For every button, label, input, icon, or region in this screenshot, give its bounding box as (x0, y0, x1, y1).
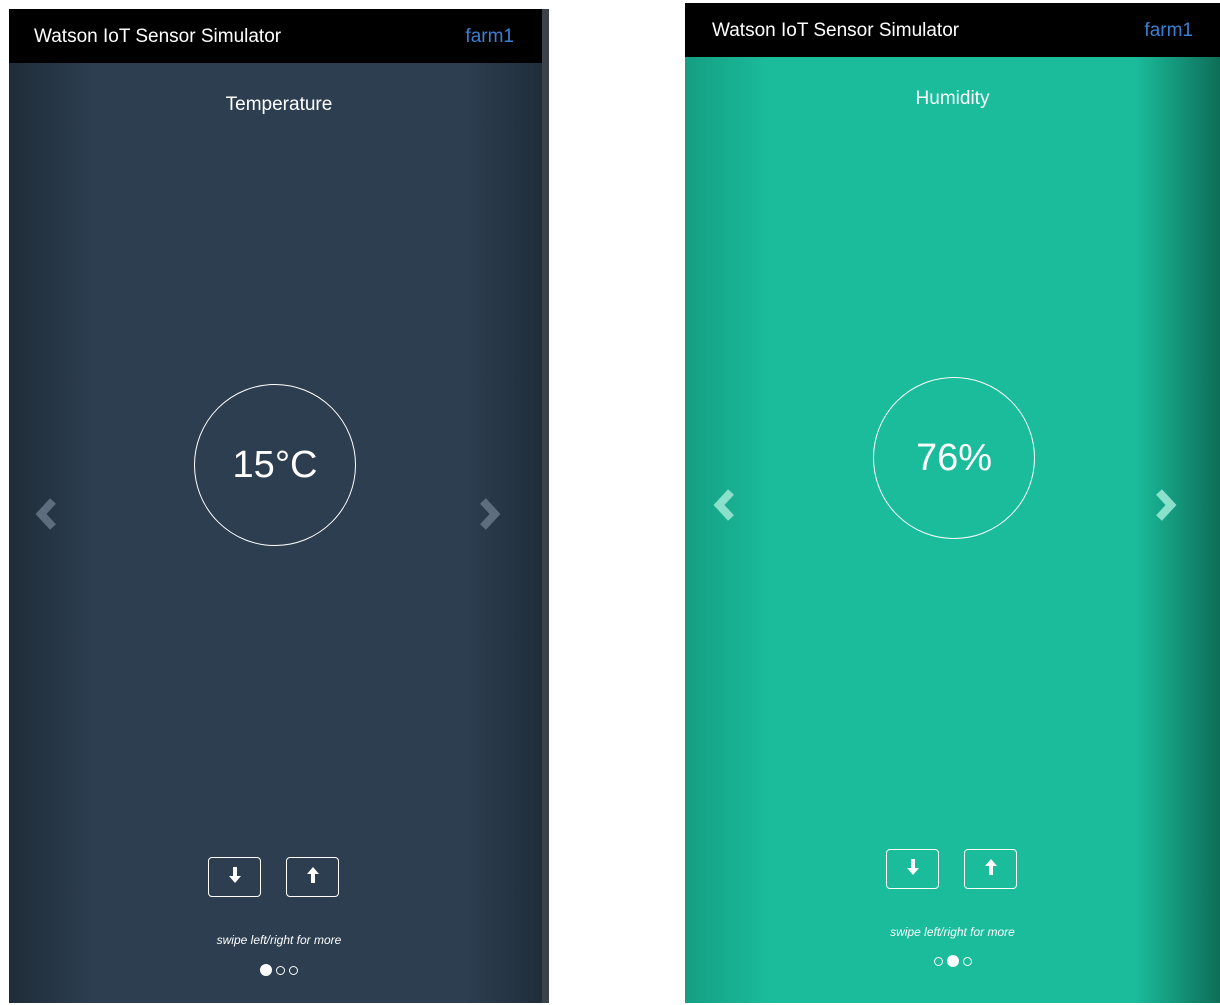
device-link[interactable]: farm1 (1144, 20, 1193, 42)
chevron-left-icon[interactable] (33, 497, 61, 531)
sensor-value: 76% (915, 436, 993, 479)
arrow-down-icon (906, 858, 920, 881)
app-header: Watson IoT Sensor Simulator farm1 (685, 3, 1220, 57)
page-dot[interactable] (962, 956, 972, 966)
chevron-right-icon[interactable] (475, 497, 503, 531)
sensor-value-circle: 15°C (194, 384, 356, 546)
sensor-label: Temperature (225, 94, 333, 115)
app-title: Watson IoT Sensor Simulator (712, 20, 960, 41)
chevron-right-icon[interactable] (1151, 488, 1179, 522)
increase-button[interactable] (286, 857, 339, 897)
increase-button[interactable] (964, 849, 1017, 889)
swipe-hint: swipe left/right for more (216, 933, 342, 947)
arrow-up-icon (306, 866, 320, 889)
page-dot[interactable] (289, 965, 298, 975)
screen-edge (542, 9, 549, 1003)
sensor-label: Humidity (915, 88, 990, 109)
app-title: Watson IoT Sensor Simulator (34, 26, 282, 47)
page-dot[interactable] (260, 964, 272, 976)
page-indicator (9, 964, 549, 976)
humidity-screen: Watson IoT Sensor Simulator farm1 Humidi… (685, 3, 1220, 1003)
page-dot[interactable] (933, 956, 943, 966)
decrease-button[interactable] (208, 857, 261, 897)
arrow-up-icon (984, 858, 998, 881)
sensor-value-circle: 76% (873, 377, 1035, 539)
page-dot[interactable] (946, 955, 959, 967)
swipe-hint: swipe left/right for more (890, 925, 1015, 939)
arrow-down-icon (228, 866, 242, 889)
sensor-value: 15°C (232, 443, 318, 486)
device-link[interactable]: farm1 (465, 26, 514, 48)
chevron-left-icon[interactable] (711, 488, 739, 522)
page-dot[interactable] (276, 965, 285, 975)
app-header: Watson IoT Sensor Simulator farm1 (9, 9, 542, 63)
temperature-screen: Watson IoT Sensor Simulator farm1 Temper… (9, 9, 549, 1003)
page-indicator (685, 955, 1220, 967)
decrease-button[interactable] (886, 849, 939, 889)
